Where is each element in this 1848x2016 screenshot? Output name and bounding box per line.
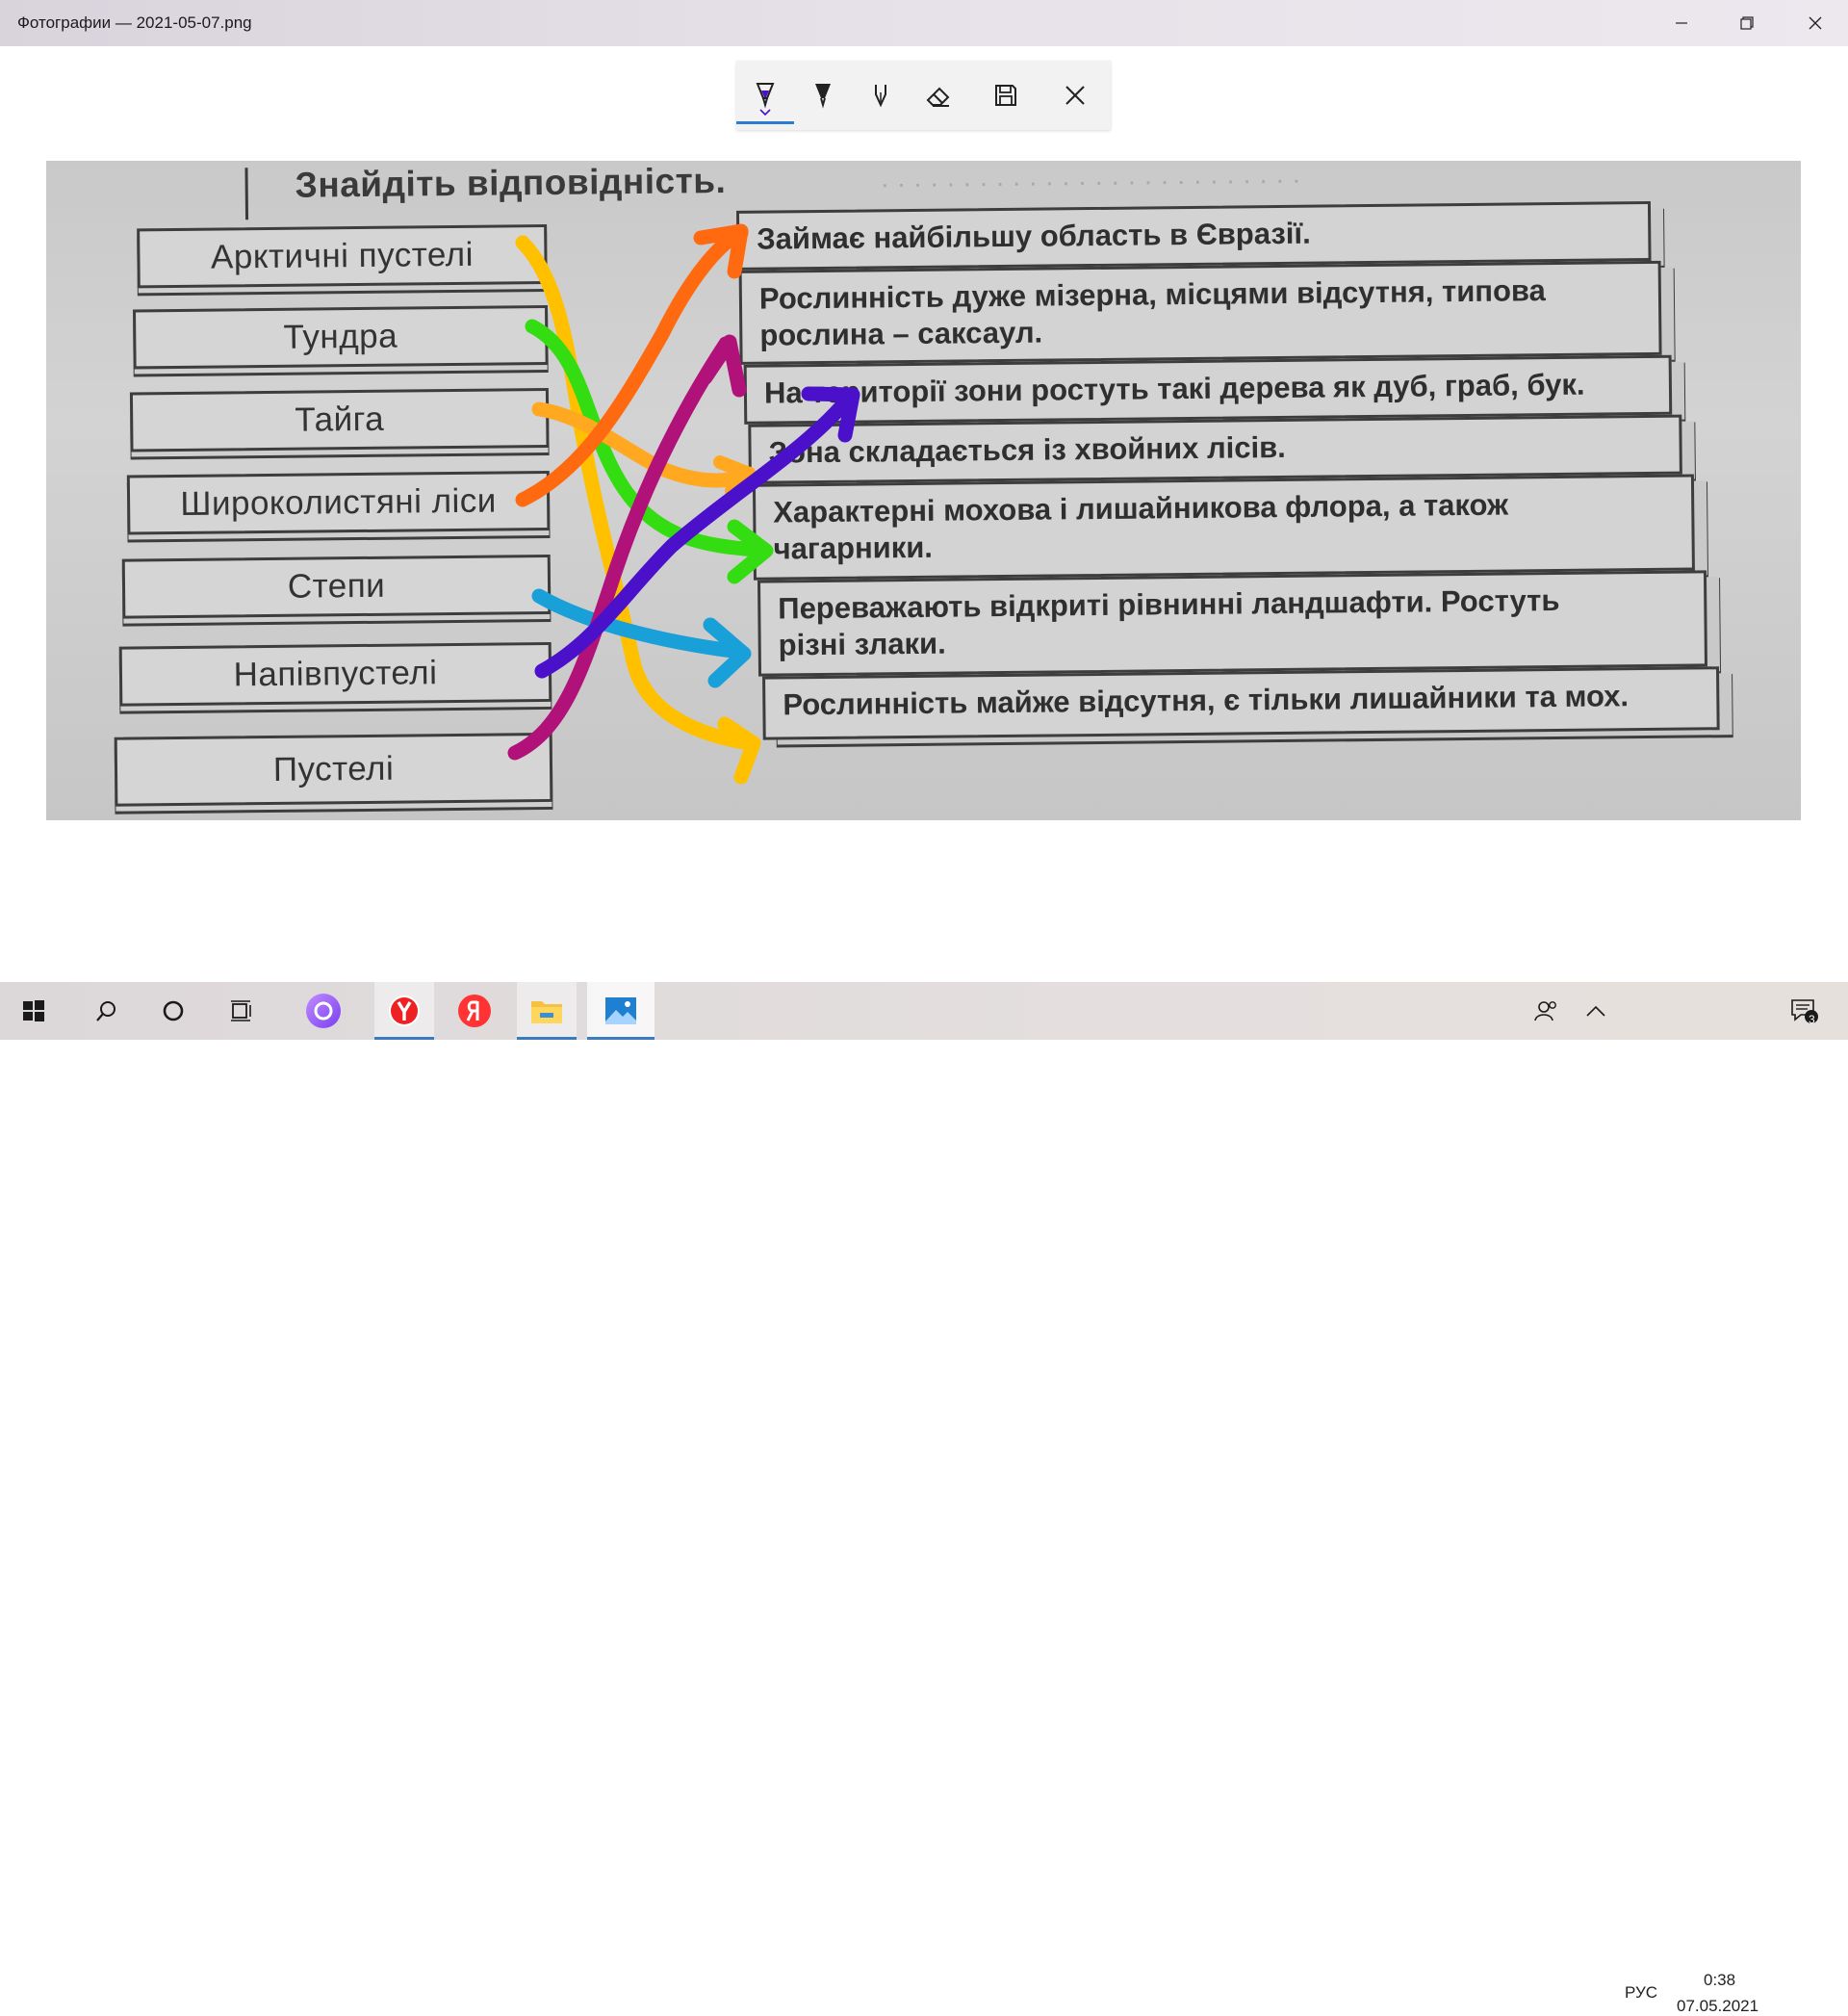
cortana-button[interactable] bbox=[140, 982, 207, 1040]
task-view-button[interactable] bbox=[208, 982, 275, 1040]
chevron-down-icon[interactable] bbox=[759, 109, 771, 116]
ballpoint-pen-icon bbox=[756, 83, 775, 109]
minimize-icon bbox=[1676, 22, 1687, 24]
calligraphy-pen-icon bbox=[875, 85, 886, 108]
close-icon bbox=[1809, 16, 1822, 30]
windows-start-icon bbox=[23, 1000, 44, 1021]
task-view-icon bbox=[231, 1000, 251, 1021]
yandex-icon bbox=[458, 995, 491, 1027]
close-icon bbox=[1065, 86, 1085, 105]
eraser-icon bbox=[926, 87, 950, 107]
notification-count-badge: 3 bbox=[1809, 1013, 1815, 1026]
pencil-icon bbox=[815, 84, 831, 109]
pencil-tool[interactable] bbox=[794, 61, 852, 130]
alice-icon bbox=[306, 994, 341, 1028]
alice-button[interactable] bbox=[290, 982, 357, 1040]
language-indicator[interactable]: РУС bbox=[1625, 1983, 1657, 2003]
ink-toolbar bbox=[736, 61, 1111, 130]
chevron-up-icon bbox=[1586, 1005, 1605, 1017]
yandex-browser-button[interactable] bbox=[374, 982, 434, 1040]
photos-button[interactable] bbox=[587, 982, 654, 1040]
restore-button[interactable] bbox=[1714, 0, 1780, 46]
photo-canvas[interactable]: · · · · · · · · · · · · · · · · · · · · … bbox=[46, 161, 1801, 820]
show-hidden-icons-button[interactable] bbox=[1581, 982, 1610, 1040]
save-tool[interactable] bbox=[977, 61, 1035, 130]
search-button[interactable] bbox=[72, 982, 140, 1040]
yandex-button[interactable] bbox=[445, 982, 504, 1040]
close-button[interactable] bbox=[1783, 0, 1848, 46]
close-ink-tool[interactable] bbox=[1046, 61, 1104, 130]
photos-icon bbox=[605, 997, 636, 1024]
search-icon bbox=[96, 1001, 116, 1021]
window-title: Фотографии — 2021-05-07.png bbox=[17, 13, 252, 32]
minimize-button[interactable] bbox=[1649, 0, 1714, 46]
file-explorer-button[interactable] bbox=[517, 982, 577, 1040]
clock-time[interactable]: 0:38 bbox=[1704, 1971, 1735, 1990]
file-explorer-icon bbox=[531, 1001, 562, 1023]
cortana-icon bbox=[163, 1000, 184, 1021]
people-button[interactable] bbox=[1528, 982, 1565, 1040]
clock-date[interactable]: 07.05.2021 bbox=[1677, 1997, 1758, 2016]
save-icon bbox=[995, 85, 1016, 106]
yandex-browser-icon bbox=[389, 995, 420, 1026]
ink-arrowhead-yellow bbox=[717, 716, 761, 785]
taskbar: РУС 0:38 07.05.2021 3 bbox=[0, 982, 1848, 2015]
action-center-button[interactable]: 3 bbox=[1781, 982, 1829, 1040]
restore-icon bbox=[1740, 16, 1754, 30]
start-button[interactable] bbox=[0, 982, 67, 1040]
people-icon bbox=[1534, 1001, 1556, 1021]
eraser-tool[interactable] bbox=[910, 61, 967, 130]
ink-arrowhead-magenta bbox=[698, 334, 747, 398]
calligraphy-pen-tool[interactable] bbox=[852, 61, 910, 130]
ballpoint-pen-tool[interactable] bbox=[736, 61, 794, 130]
ink-annotations bbox=[507, 223, 860, 785]
title-bar: Фотографии — 2021-05-07.png bbox=[0, 0, 1848, 46]
